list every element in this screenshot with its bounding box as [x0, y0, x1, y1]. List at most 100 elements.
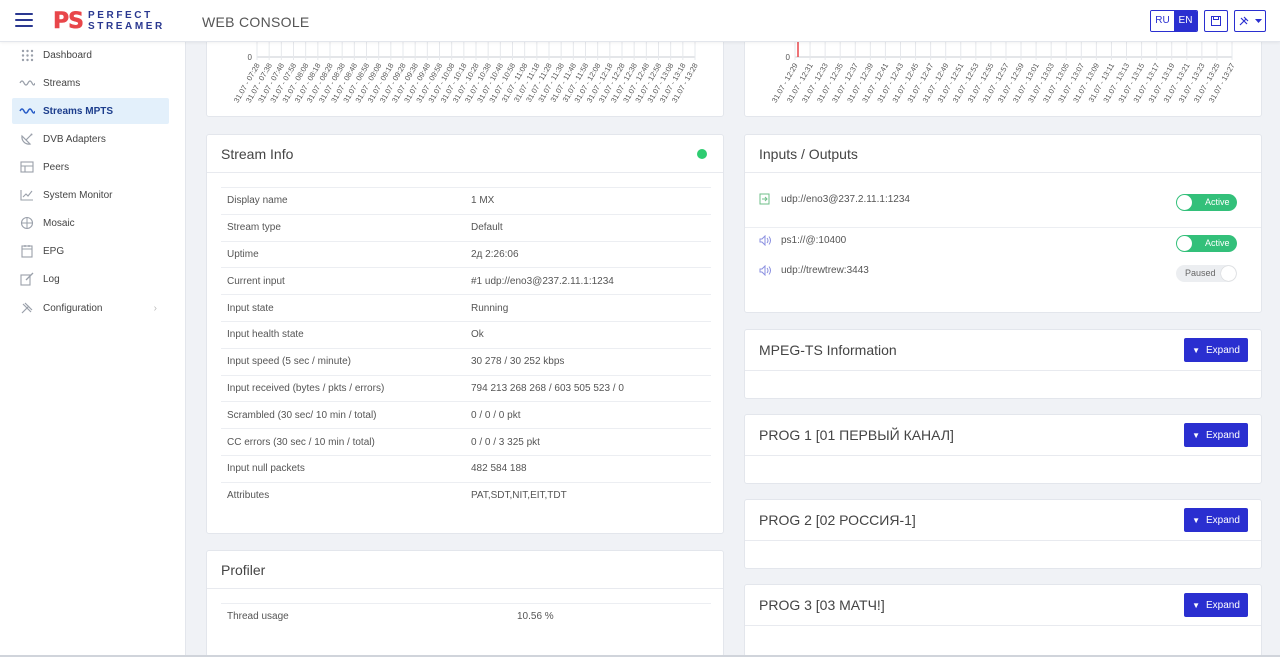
output-active-toggle[interactable]: Active — [1176, 235, 1237, 252]
sidebar-item-configuration[interactable]: Configuration › — [12, 295, 169, 321]
prog-1-panel: PROG 1 [01 ПЕРВЫЙ КАНАЛ] ▼ Expand — [744, 414, 1262, 484]
logo-line1: PERFECT — [87, 10, 153, 21]
satellite-dish-icon — [18, 132, 36, 146]
chevron-down-icon: ▼ — [1192, 345, 1200, 355]
panel-title: PROG 1 [01 ПЕРВЫЙ КАНАЛ] — [759, 427, 954, 443]
table-row: Display name 1 MX — [221, 187, 711, 214]
chevron-down-icon: ▼ — [1192, 430, 1200, 440]
table-row: Input speed (5 sec / minute) 30 278 / 30 … — [221, 347, 711, 375]
row-key: Display name — [227, 195, 288, 207]
sidebar-item-label: Log — [43, 273, 60, 285]
output-paused-toggle[interactable]: Paused — [1176, 265, 1237, 282]
sidebar-item-streams-mpts[interactable]: Streams MPTS — [12, 98, 169, 124]
mosaic-icon — [18, 216, 36, 230]
output-url: udp://trewtrew:3443 — [781, 265, 869, 276]
profiler-table: Thread usage 10.56 % — [221, 603, 711, 630]
mpegts-info-panel: MPEG-TS Information ▼ Expand — [744, 329, 1262, 399]
input-file-icon — [759, 193, 775, 205]
row-key: Thread usage — [227, 611, 289, 623]
io-header: Inputs / Outputs — [745, 135, 1261, 173]
sidebar-item-log[interactable]: Log — [12, 266, 169, 292]
row-key: Input null packets — [227, 463, 305, 475]
logo-line2: STREAMER — [87, 21, 165, 32]
row-value: 2д 2:26:06 — [471, 248, 519, 260]
row-value: 482 584 188 — [471, 463, 527, 475]
input-url: udp://eno3@237.2.11.1:1234 — [781, 193, 910, 205]
table-row: CC errors (30 sec / 10 min / total) 0 / 0… — [221, 428, 711, 455]
caret-down-icon — [1255, 18, 1262, 23]
input-active-toggle[interactable]: Active — [1176, 194, 1237, 211]
card-title: Stream Info — [221, 145, 294, 162]
hamburger-menu-icon[interactable] — [15, 13, 33, 27]
expand-button[interactable]: ▼ Expand — [1184, 338, 1248, 362]
output-row: ps1://@:10400 Active — [759, 235, 1237, 252]
row-value: 0 / 0 / 3 325 pkt — [471, 436, 540, 448]
chevron-down-icon: ▼ — [1192, 600, 1200, 610]
sidebar-item-label: Peers — [43, 161, 70, 173]
panel-title: MPEG-TS Information — [759, 342, 897, 358]
expand-button[interactable]: ▼ Expand — [1184, 423, 1248, 447]
sidebar-item-label: DVB Adapters — [43, 133, 106, 145]
prog-3-panel: PROG 3 [03 МАТЧ!] ▼ Expand — [744, 584, 1262, 657]
chevron-right-icon: › — [153, 302, 157, 314]
row-key: Input health state — [227, 329, 304, 341]
sidebar-item-label: Configuration — [43, 302, 103, 314]
tools-icon — [1239, 16, 1249, 26]
table-row: Attributes PAT,SDT,NIT,EIT,TDT — [221, 481, 711, 509]
row-value: #1 udp://eno3@237.2.11.1:1234 — [471, 275, 614, 287]
table-row: Thread usage 10.56 % — [221, 603, 711, 630]
sidebar-item-label: Dashboard — [43, 49, 92, 61]
row-value: Ok — [471, 329, 484, 341]
output-url: ps1://@:10400 — [781, 235, 847, 246]
sidebar-item-label: EPG — [43, 245, 65, 257]
row-value: 10.56 % — [517, 611, 554, 623]
card-title: Profiler — [221, 561, 266, 578]
sidebar-item-streams[interactable]: Streams — [12, 70, 169, 96]
row-key: Current input — [227, 275, 285, 287]
save-icon — [1211, 16, 1221, 26]
table-row: Input received (bytes / pkts / errors) 79… — [221, 374, 711, 402]
expand-button[interactable]: ▼ Expand — [1184, 593, 1248, 617]
panel-title: PROG 2 [02 РОССИЯ-1] — [759, 512, 916, 528]
row-value: 794 213 268 268 / 603 505 523 / 0 — [471, 382, 624, 394]
sidebar-item-peers[interactable]: Peers — [12, 154, 169, 180]
language-switch: RU EN — [1150, 10, 1198, 32]
table-row: Current input #1 udp://eno3@237.2.11.1:12… — [221, 267, 711, 294]
card-title: Inputs / Outputs — [759, 145, 858, 162]
peers-icon — [18, 160, 36, 174]
stream-info-header: Stream Info — [207, 135, 723, 173]
row-key: Input state — [227, 302, 274, 314]
input-row: udp://eno3@237.2.11.1:1234 Active — [759, 193, 1237, 211]
expand-button[interactable]: ▼ Expand — [1184, 508, 1248, 532]
prog-2-panel: PROG 2 [02 РОССИЯ-1] ▼ Expand — [744, 499, 1262, 569]
logo[interactable]: PS PERFECT STREAMER — [53, 8, 165, 34]
sidebar-item-label: System Monitor — [43, 189, 113, 201]
lang-ru-button[interactable]: RU — [1151, 11, 1174, 31]
row-key: Attributes — [227, 490, 270, 502]
lang-en-button[interactable]: EN — [1174, 11, 1197, 31]
row-key: Stream type — [227, 222, 281, 234]
row-value: Running — [471, 302, 509, 314]
sidebar-item-epg[interactable]: EPG — [12, 238, 169, 264]
epg-calendar-icon — [18, 244, 36, 258]
row-value: 30 278 / 30 252 kbps — [471, 356, 565, 368]
log-edit-icon — [18, 272, 36, 286]
row-key: Uptime — [227, 248, 259, 260]
row-value: 0 / 0 / 0 pkt — [471, 409, 521, 421]
speaker-icon — [759, 235, 775, 246]
sidebar-item-system-monitor[interactable]: System Monitor — [12, 182, 169, 208]
save-button[interactable] — [1204, 10, 1228, 32]
tools-menu-button[interactable] — [1234, 10, 1266, 32]
sidebar-item-dvb-adapters[interactable]: DVB Adapters — [12, 126, 169, 152]
profiler-card: Profiler Thread usage 10.56 % — [206, 550, 724, 657]
row-value: 1 MX — [471, 195, 495, 207]
row-key: CC errors (30 sec / 10 min / total) — [227, 436, 375, 448]
table-row: Input health state Ok — [221, 320, 711, 348]
chevron-down-icon: ▼ — [1192, 515, 1200, 525]
sidebar-item-dashboard[interactable]: Dashboard — [12, 42, 169, 68]
sidebar-item-mosaic[interactable]: Mosaic — [12, 210, 169, 236]
row-value: Default — [471, 222, 503, 234]
table-row: Input null packets 482 584 188 — [221, 454, 711, 482]
errors-chart: 031.07 - 12:2931.07 - 12:3131.07 - 12:33… — [770, 31, 1237, 104]
sidebar-item-label: Streams MPTS — [43, 105, 114, 117]
